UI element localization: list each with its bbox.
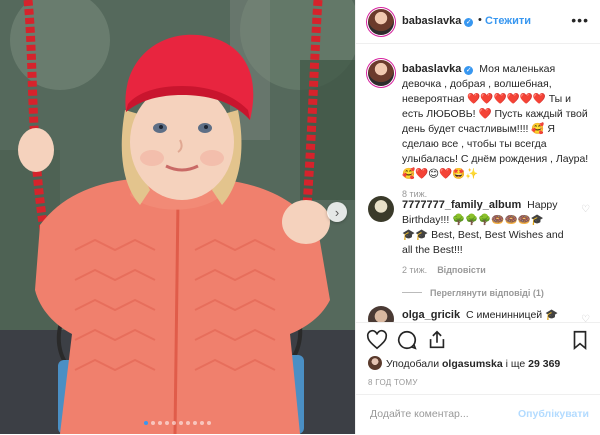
comments-list[interactable]: babaslavka ✓ Моя маленькая девочка , добр… — [356, 44, 600, 322]
commenter-avatar[interactable] — [368, 306, 394, 322]
carousel-dot — [200, 421, 204, 425]
comment-emojis-1: 🌳🌳🌳🍩🍩🍩🎓 — [452, 214, 544, 226]
comment-emojis-2: 🎓🎓 — [402, 229, 429, 241]
like-comment-heart-icon[interactable]: ♡ — [581, 314, 590, 322]
carousel-dot — [165, 421, 169, 425]
add-comment-input[interactable] — [368, 407, 522, 421]
like-comment-heart-icon[interactable]: ♡ — [581, 204, 590, 215]
likes-count[interactable]: 29 369 — [528, 358, 560, 370]
reply-button[interactable]: Відповісти — [437, 265, 486, 275]
likes-middle: і ще — [502, 358, 529, 370]
instagram-post: › babaslavka ✓ • Стежити ••• babaslavka ✓ … — [0, 0, 600, 434]
caption-username[interactable]: babaslavka ✓ — [402, 63, 474, 75]
carousel-dots — [0, 421, 355, 425]
view-replies-label: Переглянути відповіді (1) — [430, 288, 544, 298]
heart-outline-icon[interactable] — [366, 329, 388, 351]
publish-button[interactable]: Опублікувати — [518, 408, 589, 420]
post-header: babaslavka ✓ • Стежити ••• — [356, 0, 600, 44]
liker-username[interactable]: olgasumska — [442, 358, 503, 370]
carousel-dot — [186, 421, 190, 425]
add-comment-bar: Опублікувати — [356, 394, 600, 435]
carousel-dot — [193, 421, 197, 425]
author-username[interactable]: babaslavka ✓ — [402, 15, 474, 27]
caption-emojis-end: 🥰❤️😊❤️🤩✨ — [402, 168, 479, 180]
comment-icon[interactable] — [396, 329, 418, 351]
author-avatar[interactable] — [368, 9, 394, 35]
carousel-dot — [172, 421, 176, 425]
share-icon[interactable] — [426, 329, 448, 351]
header-separator: • — [478, 14, 482, 26]
comment-time[interactable]: 2 тиж. — [402, 265, 427, 275]
post-time-ago[interactable]: 8 ГОД ТОМУ — [368, 378, 418, 387]
view-replies-button[interactable]: Переглянути відповіді (1) — [402, 286, 572, 301]
likes-prefix: Уподобали — [386, 358, 442, 370]
post-photo[interactable]: › — [0, 0, 355, 434]
comment-username[interactable]: olga_gricik — [402, 309, 460, 321]
next-photo-button[interactable]: › — [327, 202, 347, 222]
comment-body: olga_gricik С именинницей 🎓 — [402, 308, 572, 322]
likes-summary[interactable]: Уподобали olgasumska і ще 29 369 — [368, 356, 560, 370]
carousel-dot — [207, 421, 211, 425]
caption-body: babaslavka ✓ Моя маленькая девочка , добр… — [402, 62, 590, 202]
bookmark-icon[interactable] — [569, 329, 591, 351]
follow-button[interactable]: Стежити — [485, 15, 531, 27]
commenter-avatar[interactable] — [368, 196, 394, 222]
post-side-panel: babaslavka ✓ • Стежити ••• babaslavka ✓ Мо… — [355, 0, 600, 434]
carousel-dot — [179, 421, 183, 425]
caption-hearts: ❤️❤️❤️❤️❤️❤️ — [467, 93, 546, 105]
verified-badge-icon: ✓ — [464, 66, 474, 75]
more-options-icon[interactable]: ••• — [571, 12, 589, 28]
caption-avatar[interactable] — [368, 60, 394, 86]
verified-badge-icon: ✓ — [464, 18, 474, 27]
comment-body: 7777777_family_album Happy Birthday!!! 🌳… — [402, 198, 572, 301]
comment-meta: 2 тиж. Відповісти — [402, 263, 572, 278]
comment-username[interactable]: 7777777_family_album — [402, 199, 521, 211]
liker-avatar — [368, 356, 382, 370]
carousel-dot — [144, 421, 148, 425]
caption-heart-2: ❤️ — [478, 108, 492, 120]
photo-illustration — [0, 0, 355, 434]
carousel-dot — [151, 421, 155, 425]
carousel-dot — [158, 421, 162, 425]
post-actions: Уподобали olgasumska і ще 29 369 8 ГОД Т… — [356, 322, 600, 434]
replies-line — [402, 292, 422, 293]
comment-text: С именинницей 🎓 — [463, 309, 559, 321]
